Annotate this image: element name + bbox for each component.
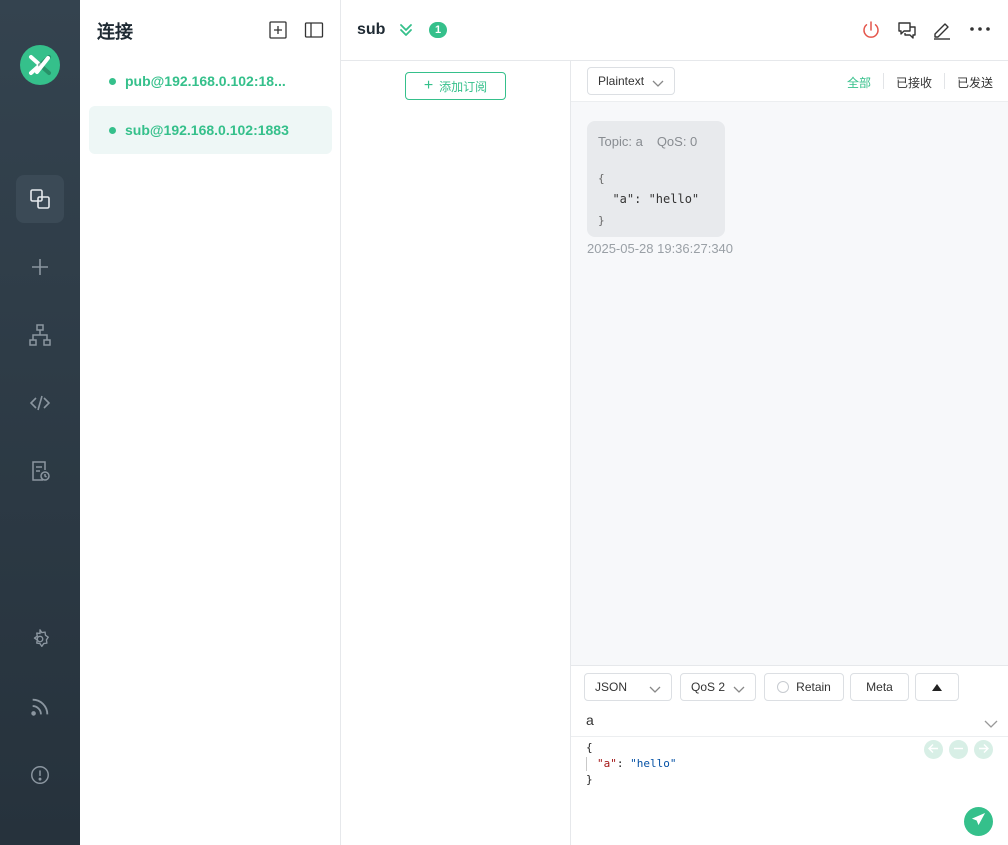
status-dot [109, 77, 116, 85]
message-list: Plaintext 全部 已接收 已发送 Topic: a QoS: 0 { "a… [571, 61, 1008, 665]
payload-format-select[interactable]: Plaintext [587, 67, 675, 95]
topic-input[interactable]: a [586, 712, 594, 728]
qos-value: QoS 2 [691, 680, 726, 694]
json-colon: : [616, 757, 631, 770]
collapse-panel-button[interactable] [915, 673, 959, 701]
disconnect-icon[interactable] [860, 19, 882, 41]
subscription-panel: + 添加订阅 [341, 61, 571, 845]
chevron-down-icon [652, 77, 664, 91]
chevron-down-icon [649, 683, 661, 697]
status-dot [109, 126, 116, 134]
connection-name: sub [357, 21, 386, 38]
log-icon [28, 459, 52, 483]
connection-item-sub[interactable]: sub@192.168.0.102:1883 [89, 106, 332, 154]
connection-item-pub[interactable]: pub@192.168.0.102:18... [89, 57, 332, 105]
topology-icon [28, 323, 52, 347]
history-clear-button[interactable] [949, 740, 968, 759]
message-meta: Topic: a QoS: 0 [598, 134, 697, 149]
code-icon [28, 391, 52, 415]
rail-new-connection-button[interactable] [16, 243, 64, 291]
meta-label: Meta [866, 680, 893, 694]
send-button[interactable] [964, 807, 993, 836]
minus-icon [953, 741, 964, 759]
connection-label: pub@192.168.0.102:18... [125, 73, 286, 89]
chevron-down-icon [733, 683, 745, 697]
rail-feed-button[interactable] [16, 683, 64, 731]
caret-up-icon [932, 680, 942, 694]
radio-indicator [777, 681, 790, 693]
connection-header: sub 1 [341, 0, 1008, 61]
qos-select[interactable]: QoS 2 [680, 673, 756, 701]
received-message[interactable]: Topic: a QoS: 0 { "a": "hello" } [587, 121, 725, 237]
info-icon [29, 764, 51, 786]
more-icon[interactable] [969, 19, 991, 41]
edit-icon[interactable] [931, 19, 953, 41]
message-qos: QoS: 0 [656, 134, 698, 149]
payload-format-value: Plaintext [598, 74, 645, 88]
message-timestamp: 2025-05-28 19:36:27:340 [587, 241, 734, 256]
add-subscription-label: 添加订阅 [439, 79, 488, 94]
divider [944, 73, 945, 89]
payload-line: "a": "hello" [598, 192, 700, 206]
json-value: "hello" [630, 757, 677, 770]
rail-settings-button[interactable] [16, 615, 64, 663]
rail-connections-button[interactable] [16, 175, 64, 223]
send-icon [971, 812, 986, 832]
new-folder-icon[interactable] [268, 20, 288, 40]
payload-line: } [586, 773, 593, 786]
arrow-right-icon [978, 741, 989, 759]
message-payload: { "a": "hello" } [598, 168, 699, 231]
plus-icon: + [423, 77, 434, 94]
json-key: "a" [597, 757, 617, 770]
retain-checkbox[interactable]: Retain [764, 673, 844, 701]
divider [883, 73, 884, 89]
plus-icon [29, 256, 51, 278]
connections-title: 连接 [97, 22, 133, 42]
nav-rail [0, 0, 80, 845]
message-topic: Topic: a [598, 134, 643, 149]
retain-label: Retain [796, 680, 831, 694]
history-prev-button[interactable] [924, 740, 943, 759]
rail-topology-button[interactable] [16, 311, 64, 359]
payload-editor[interactable]: { "a": "hello" } [586, 740, 676, 788]
filter-all-tab[interactable]: 全部 [847, 74, 871, 91]
filter-sent-tab[interactable]: 已发送 [957, 74, 993, 91]
subscription-count-badge: 1 [429, 22, 447, 38]
payload-line: { [586, 741, 593, 754]
new-window-icon[interactable] [896, 19, 918, 41]
divider [571, 736, 1008, 737]
connection-list-panel: 连接 pub@192.168.0.102:18... sub@192.168.0… [80, 0, 341, 845]
connection-label: sub@192.168.0.102:1883 [125, 122, 289, 138]
add-subscription-button[interactable]: + 添加订阅 [405, 72, 506, 100]
connections-icon [28, 187, 52, 211]
publish-format-value: JSON [595, 680, 628, 694]
meta-button[interactable]: Meta [850, 673, 909, 701]
rail-script-button[interactable] [16, 379, 64, 427]
app-logo [20, 45, 60, 85]
payload-line: { [598, 172, 605, 185]
collapse-chevron-icon[interactable] [398, 22, 414, 43]
indent-guide [586, 757, 587, 771]
history-next-button[interactable] [974, 740, 993, 759]
rail-log-button[interactable] [16, 447, 64, 495]
rss-icon [29, 696, 51, 718]
gear-icon [29, 628, 51, 650]
publish-format-select[interactable]: JSON [584, 673, 672, 701]
filter-received-tab[interactable]: 已接收 [896, 74, 932, 91]
rail-about-button[interactable] [16, 751, 64, 799]
message-toolbar: Plaintext 全部 已接收 已发送 [571, 61, 1008, 102]
arrow-left-icon [928, 741, 939, 759]
toggle-sidebar-icon[interactable] [304, 20, 324, 40]
chevron-down-icon[interactable] [984, 716, 998, 734]
payload-line: } [598, 214, 605, 227]
publish-panel: JSON QoS 2 Retain Meta a { "a": "hello" … [571, 665, 1008, 845]
